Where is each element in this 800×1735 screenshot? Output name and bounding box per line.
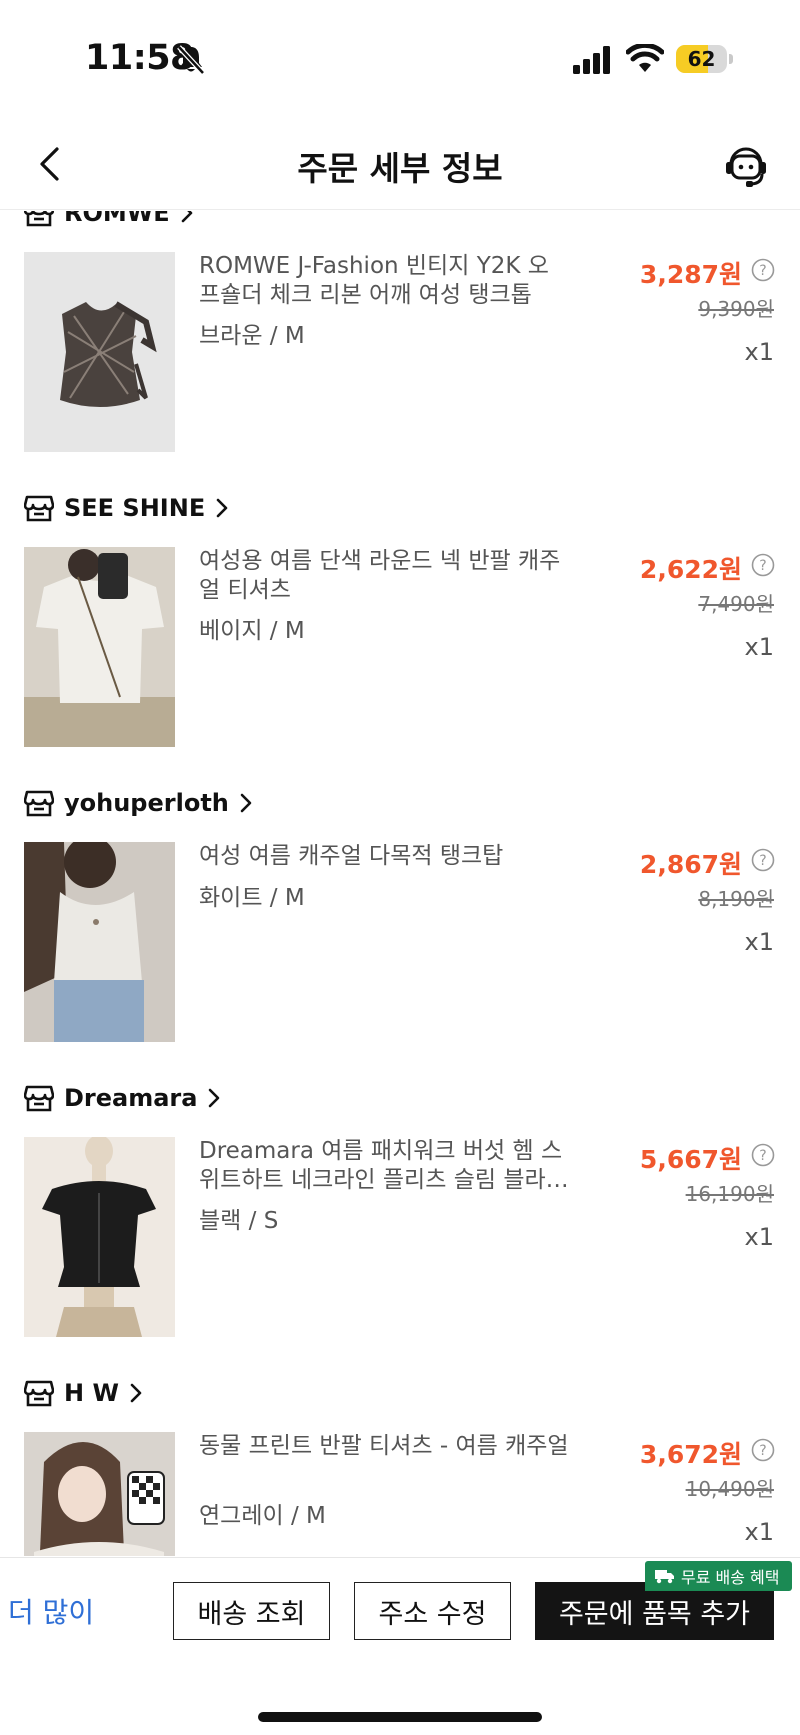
store-name: Dreamara: [64, 1084, 198, 1112]
order-items-list: ROMWE ROMWE J-Fashion 빈티지 Y2K 오프숄더 체크 리본…: [0, 211, 800, 1556]
store-name: H W: [64, 1379, 119, 1407]
cellular-signal-icon: [573, 46, 610, 74]
help-circle-icon[interactable]: ?: [751, 848, 775, 872]
quantity: x1: [744, 1223, 774, 1251]
product-photo-black-blouse: [24, 1137, 175, 1337]
store-link[interactable]: Dreamara: [24, 1080, 221, 1116]
store-name: ROMWE: [64, 211, 170, 227]
product-title[interactable]: ROMWE J-Fashion 빈티지 Y2K 오프숄더 체크 리본 어깨 여성…: [199, 252, 569, 310]
chevron-right-icon: [181, 211, 192, 223]
help-circle-icon[interactable]: ?: [751, 553, 775, 577]
product-photo-tank-top: [24, 842, 175, 1042]
sale-price: 2,867원: [639, 850, 742, 879]
page-title: 주문 세부 정보: [297, 149, 503, 188]
store-link[interactable]: yohuperloth: [24, 785, 253, 821]
product-image[interactable]: [24, 1137, 175, 1337]
chevron-right-icon: [216, 498, 228, 518]
product-image[interactable]: [24, 842, 175, 1042]
product-photo-white-tee: [24, 547, 175, 747]
product-title[interactable]: 여성용 여름 단색 라운드 넥 반팔 캐주얼 티셔츠: [199, 547, 569, 605]
product-title[interactable]: 동물 프린트 반팔 티셔츠 - 여름 캐주얼: [199, 1432, 569, 1461]
svg-text:?: ?: [759, 1148, 766, 1164]
product-photo-print-tee: [24, 1432, 175, 1556]
battery-body: 62: [676, 45, 727, 73]
store-link[interactable]: SEE SHINE: [24, 490, 229, 526]
svg-text:?: ?: [759, 1443, 766, 1459]
original-price: 8,190원: [698, 887, 774, 911]
more-link[interactable]: 더 많이: [8, 1591, 94, 1631]
store-icon: [24, 1085, 54, 1112]
battery-icon: 62: [676, 45, 733, 73]
bell-slash-icon: [177, 45, 205, 75]
product-title[interactable]: 여성 여름 캐주얼 다목적 탱크탑: [199, 842, 569, 871]
product-photo-plaid-top: [24, 252, 175, 452]
help-circle-icon[interactable]: ?: [751, 258, 775, 282]
battery-tip: [729, 54, 733, 64]
track-shipment-button[interactable]: 배송 조회: [173, 1582, 330, 1640]
home-indicator[interactable]: [258, 1712, 542, 1722]
quantity: x1: [744, 338, 774, 366]
quantity: x1: [744, 633, 774, 661]
free-shipping-badge: 무료 배송 혜택: [645, 1561, 792, 1591]
help-circle-icon[interactable]: ?: [751, 1438, 775, 1462]
product-image[interactable]: [24, 547, 175, 747]
quantity: x1: [744, 928, 774, 956]
chevron-right-icon: [209, 1088, 220, 1108]
help-circle-icon[interactable]: ?: [751, 1143, 775, 1167]
store-icon: [24, 790, 54, 817]
product-image[interactable]: [24, 1432, 175, 1556]
svg-text:?: ?: [759, 853, 766, 869]
store-icon: [24, 1380, 54, 1407]
product-variant: 화이트 / M: [199, 885, 305, 911]
truck-icon: [655, 1570, 674, 1584]
product-image[interactable]: [24, 252, 175, 452]
nav-header: 주문 세부 정보: [0, 120, 800, 210]
product-title[interactable]: Dreamara 여름 패치워크 버섯 헴 스위트하트 네크라인 플리츠 슬림 …: [199, 1137, 569, 1195]
store-link[interactable]: ROMWE: [24, 211, 194, 231]
wifi-icon: [626, 44, 664, 72]
svg-text:?: ?: [759, 263, 766, 279]
sale-price: 3,287원: [639, 260, 742, 289]
bottom-action-bar: 더 많이 배송 조회 주소 수정 주문에 품목 추가 무료 배송 혜택: [0, 1557, 800, 1735]
original-price: 16,190원: [685, 1182, 774, 1206]
store-icon: [24, 495, 54, 522]
free-shipping-label: 무료 배송 혜택: [681, 1568, 780, 1587]
chevron-right-icon: [130, 1383, 142, 1403]
quantity: x1: [744, 1518, 774, 1546]
sale-price: 5,667원: [639, 1145, 742, 1174]
edit-address-button[interactable]: 주소 수정: [354, 1582, 511, 1640]
original-price: 7,490원: [698, 592, 774, 616]
svg-text:?: ?: [759, 558, 766, 574]
store-icon: [24, 211, 54, 227]
store-link[interactable]: H W: [24, 1375, 143, 1411]
support-agent-icon[interactable]: [722, 142, 770, 190]
original-price: 9,390원: [698, 297, 774, 321]
chevron-right-icon: [240, 793, 252, 813]
sale-price: 2,622원: [639, 555, 742, 584]
product-variant: 브라운 / M: [199, 323, 305, 349]
battery-percent: 62: [687, 47, 716, 71]
product-variant: 블랙 / S: [199, 1208, 279, 1234]
product-variant: 연그레이 / M: [199, 1503, 326, 1529]
store-name: SEE SHINE: [64, 494, 206, 522]
status-bar: 11:58 62: [0, 0, 800, 110]
app-root: 11:58 62 주문 세부 정보 ROMWE ROMWE J-Fashion …: [0, 0, 800, 1735]
store-name: yohuperloth: [64, 789, 229, 817]
product-variant: 베이지 / M: [199, 618, 305, 644]
sale-price: 3,672원: [639, 1440, 742, 1469]
original-price: 10,490원: [685, 1477, 774, 1501]
